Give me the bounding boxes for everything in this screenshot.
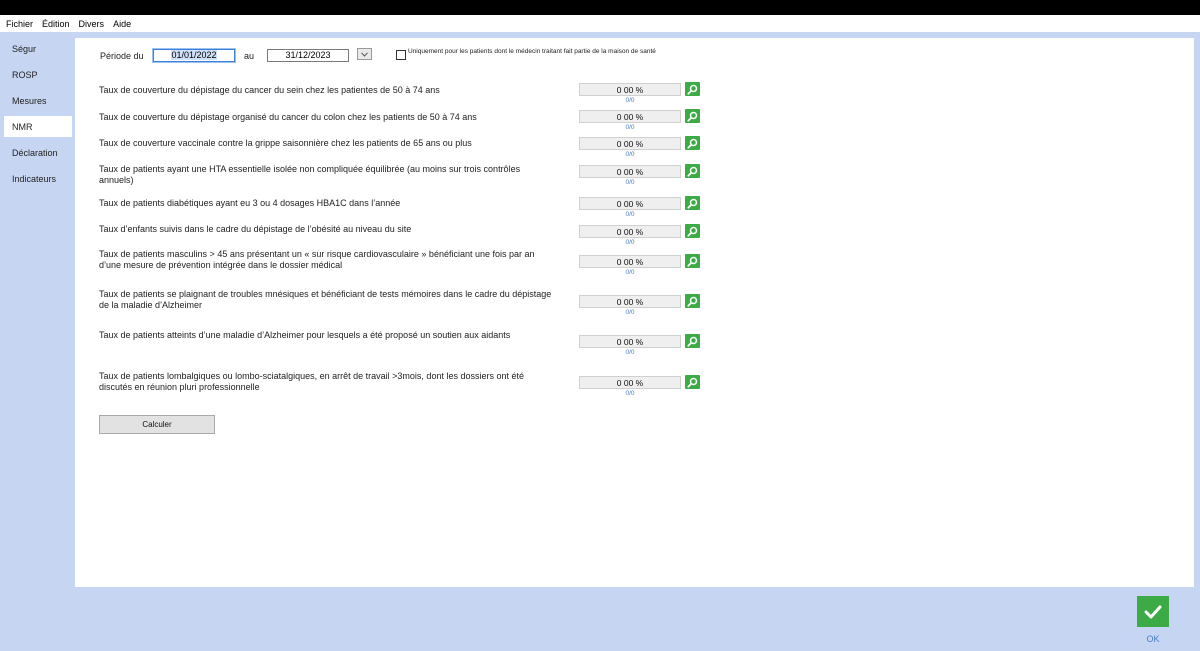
indicator-label: Taux de couverture du dépistage organisé… (99, 112, 477, 122)
search-zoom-icon (687, 226, 698, 237)
menu-fichier[interactable]: Fichier (6, 19, 33, 29)
indicator-value: 0 00 % (579, 225, 681, 238)
date-to-value: 31/12/2023 (285, 50, 331, 60)
main-panel: Période du 01/01/2022 au 31/12/2023 Uniq… (75, 38, 1194, 587)
indicator-label: Taux de patients lombalgiques ou lombo-s… (99, 371, 524, 392)
check-icon (1144, 605, 1162, 618)
indicator-ratio[interactable]: 0/0 (579, 349, 681, 356)
indicator-label: Taux de patients se plaignant de trouble… (99, 289, 552, 310)
indicator-value: 0 00 % (579, 295, 681, 308)
search-zoom-icon (687, 377, 698, 388)
sidebar-item-declaration[interactable]: Déclaration (4, 142, 72, 163)
indicator-ratio[interactable]: 0/0 (579, 309, 681, 316)
menu-aide[interactable]: Aide (113, 19, 131, 29)
search-zoom-icon (687, 336, 698, 347)
indicator-detail-button[interactable] (685, 164, 700, 178)
indicator-ratio[interactable]: 0/0 (579, 124, 681, 131)
sidebar-item-indicateurs[interactable]: Indicateurs (4, 168, 72, 189)
indicator-value: 0 00 % (579, 165, 681, 178)
indicator-ratio[interactable]: 0/0 (579, 239, 681, 246)
indicator-detail-button[interactable] (685, 224, 700, 238)
search-zoom-icon (687, 296, 698, 307)
indicator-label: Taux de couverture du dépistage du cance… (99, 85, 440, 95)
indicator-detail-button[interactable] (685, 254, 700, 268)
medecin-traitant-checkbox[interactable] (396, 50, 406, 60)
indicator-ratio[interactable]: 0/0 (579, 179, 681, 186)
indicator-detail-button[interactable] (685, 196, 700, 210)
indicator-detail-button[interactable] (685, 294, 700, 308)
indicator-value: 0 00 % (579, 83, 681, 96)
sidebar-item-rosp[interactable]: ROSP (4, 64, 72, 85)
menu-edition[interactable]: Édition (42, 19, 70, 29)
indicator-ratio[interactable]: 0/0 (579, 211, 681, 218)
medecin-traitant-label: Uniquement pour les patients dont le méd… (408, 48, 656, 55)
indicator-label: Taux d’enfants suivis dans le cadre du d… (99, 224, 412, 234)
period-from-label: Période du (100, 51, 144, 61)
sidebar-item-segur[interactable]: Ségur (4, 38, 72, 59)
indicator-detail-button[interactable] (685, 375, 700, 389)
indicator-value: 0 00 % (579, 335, 681, 348)
indicator-detail-button[interactable] (685, 82, 700, 96)
indicator-label: Taux de patients atteints d’une maladie … (99, 330, 511, 340)
sidebar-item-nmr[interactable]: NMR (4, 116, 72, 137)
indicator-label: Taux de patients diabétiques ayant eu 3 … (99, 198, 401, 208)
indicator-label: Taux de patients masculins > 45 ans prés… (99, 249, 535, 270)
ok-button[interactable] (1137, 596, 1169, 627)
chevron-down-icon (361, 51, 368, 57)
indicator-label: Taux de patients ayant une HTA essentiel… (99, 164, 521, 185)
indicator-value: 0 00 % (579, 197, 681, 210)
indicator-ratio[interactable]: 0/0 (579, 97, 681, 104)
calculate-button[interactable]: Calculer (99, 415, 215, 434)
menu-divers[interactable]: Divers (79, 19, 105, 29)
date-to-input[interactable]: 31/12/2023 (267, 49, 349, 62)
indicator-ratio[interactable]: 0/0 (579, 390, 681, 397)
search-zoom-icon (687, 198, 698, 209)
sidebar: Ségur ROSP Mesures NMR Déclaration Indic… (0, 32, 75, 651)
ok-label: OK (1146, 634, 1160, 644)
date-dropdown-button[interactable] (357, 48, 372, 60)
search-zoom-icon (687, 84, 698, 95)
period-to-label: au (244, 51, 255, 61)
indicator-label: Taux de couverture vaccinale contre la g… (99, 138, 472, 148)
date-from-value: 01/01/2022 (171, 50, 217, 60)
date-from-input[interactable]: 01/01/2022 (152, 48, 236, 63)
indicator-value: 0 00 % (579, 137, 681, 150)
indicator-detail-button[interactable] (685, 109, 700, 123)
indicator-value: 0 00 % (579, 255, 681, 268)
indicator-detail-button[interactable] (685, 136, 700, 150)
window-titlebar (0, 0, 1200, 15)
search-zoom-icon (687, 111, 698, 122)
indicator-ratio[interactable]: 0/0 (579, 151, 681, 158)
indicator-ratio[interactable]: 0/0 (579, 269, 681, 276)
sidebar-item-mesures[interactable]: Mesures (4, 90, 72, 111)
indicator-value: 0 00 % (579, 376, 681, 389)
search-zoom-icon (687, 256, 698, 267)
indicator-value: 0 00 % (579, 110, 681, 123)
search-zoom-icon (687, 166, 698, 177)
search-zoom-icon (687, 138, 698, 149)
menu-bar: Fichier Édition Divers Aide (0, 15, 1200, 32)
indicator-detail-button[interactable] (685, 334, 700, 348)
